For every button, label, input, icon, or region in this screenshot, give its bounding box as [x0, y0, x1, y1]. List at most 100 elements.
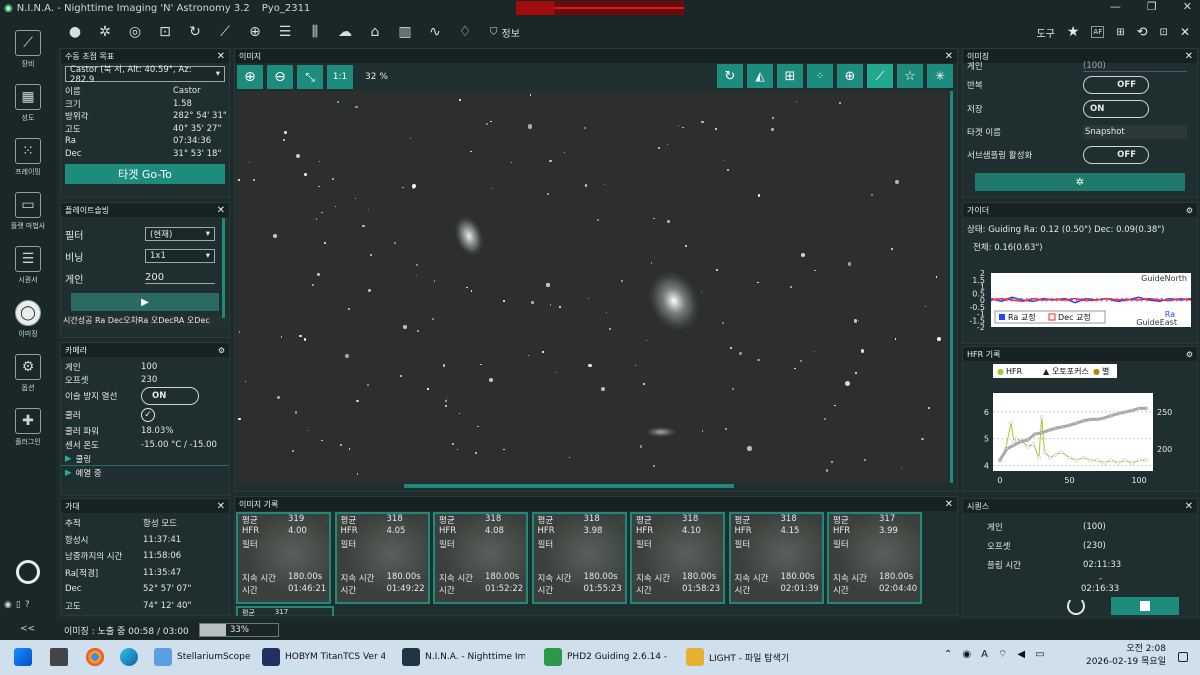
taskbar-app[interactable]: N.I.N.A. - Nighttime Ima — [402, 648, 525, 666]
edge-button[interactable] — [120, 648, 138, 666]
warming-label[interactable]: 예열 중 — [76, 467, 102, 479]
sidebar-item-4[interactable]: ☰ 시퀀서 — [0, 238, 56, 292]
grid-icon[interactable]: ⊞ — [1116, 27, 1124, 38]
star-icon[interactable]: ★ — [1067, 24, 1080, 40]
settings-icon[interactable]: ⚙ — [1186, 350, 1193, 359]
history-item[interactable]: 평균 318 HFR 4.05 필터 지속 시간 180.00s 시간 01:49:22 — [334, 512, 430, 604]
image-scrollbar-v[interactable] — [950, 91, 953, 483]
history-item[interactable]: 평균 318 HFR 4.15 필터 지속 시간 180.00s 시간 02:01:39 — [728, 512, 824, 604]
clock[interactable]: 오전 2:08 2026-02-19 목요일 — [1080, 643, 1166, 669]
settings-icon[interactable]: ⚙ — [1186, 206, 1193, 215]
auto-stretch-icon[interactable]: ⟋ — [867, 64, 893, 88]
af-icon[interactable]: AF — [1091, 26, 1105, 38]
sidebar-item-2[interactable]: ⁙ 프레이밍 — [0, 130, 56, 184]
tools-label[interactable]: 도구 — [1036, 25, 1054, 40]
history-item[interactable]: 평균 318 HFR 3.98 필터 지속 시간 180.00s 시간 01:55:23 — [531, 512, 627, 604]
left-scrollbar[interactable] — [222, 218, 225, 318]
task-view-button[interactable] — [50, 648, 68, 666]
notification-icon[interactable] — [1178, 652, 1188, 662]
eye-icon[interactable]: ◉ — [4, 600, 12, 610]
camera-connect-icon[interactable]: ● — [66, 23, 84, 41]
antidew-toggle[interactable]: ON — [141, 387, 199, 405]
fit-button[interactable]: ⤡ — [297, 65, 323, 89]
cooling-label[interactable]: 쿨링 — [76, 453, 92, 465]
sidebar-item-5[interactable]: ◯ 이미징 — [0, 292, 56, 346]
stats-icon[interactable]: ▥ — [396, 23, 414, 41]
history-item[interactable]: 평균 318 HFR 4.10 필터 지속 시간 180.00s 시간 01:58:23 — [630, 512, 725, 604]
switch-icon[interactable]: ⫼ — [306, 23, 324, 41]
close-button[interactable]: ✕ — [1183, 0, 1192, 13]
subsample-toggle[interactable]: OFF — [1083, 146, 1149, 164]
focuser-icon[interactable]: ◎ — [126, 23, 144, 41]
crosshair-icon[interactable]: ⊕ — [837, 64, 863, 88]
weather-icon[interactable]: ☁ — [336, 23, 354, 41]
zoom-1to1-button[interactable]: 1:1 — [327, 65, 353, 89]
close-icon[interactable]: ✕ — [217, 51, 225, 62]
info-button[interactable]: ⛉ 정보 — [490, 25, 520, 40]
sidebar-item-0[interactable]: ⟋ 장비 — [0, 22, 56, 76]
taskbar-app[interactable]: HOBYM TitanTCS Ver 4.0 — [262, 648, 385, 666]
flip-icon[interactable]: ◭ — [747, 64, 773, 88]
battery-icon[interactable]: ▭ — [1035, 649, 1044, 660]
frame-icon[interactable]: ⊡ — [1160, 27, 1168, 38]
maximize-button[interactable]: ❐ — [1147, 0, 1157, 13]
sidebar-item-3[interactable]: ▭ 플랫 마법사 — [0, 184, 56, 238]
close-icon[interactable]: ✕ — [217, 205, 225, 216]
close-icon[interactable]: ✕ — [217, 501, 225, 512]
minimize-button[interactable]: — — [1110, 0, 1121, 13]
target-select[interactable]: Castor (북 서, Alt: 40.59°, Az: 282.9 ▾ — [65, 65, 225, 85]
lightbulb-icon[interactable]: ♢ — [456, 23, 474, 41]
ime-lang[interactable]: A — [981, 649, 988, 660]
wifi-icon[interactable]: ⌔ — [998, 648, 1007, 661]
dome-icon[interactable]: ⌂ — [366, 23, 384, 41]
wave-icon[interactable]: ∿ — [426, 23, 444, 41]
target-goto-button[interactable]: 타겟 Go-To — [65, 164, 225, 184]
captured-image[interactable] — [236, 91, 948, 483]
history-partial-item[interactable]: 평균 317 — [236, 606, 334, 616]
history-icon[interactable]: ⟲ — [1137, 25, 1148, 40]
grid-overlay-icon[interactable]: ⊞ — [777, 64, 803, 88]
sidebar-item-1[interactable]: ▦ 성도 — [0, 76, 56, 130]
zoom-in-button[interactable]: ⊕ — [237, 65, 263, 89]
list-icon[interactable]: ☰ — [276, 23, 294, 41]
taskbar-app[interactable]: LIGHT - 파일 탐색기 — [686, 648, 789, 666]
rotate-icon[interactable]: ↻ — [717, 64, 743, 88]
zoom-out-button[interactable]: ⊖ — [267, 65, 293, 89]
cooling-expand-icon[interactable]: ▶ — [65, 454, 72, 464]
chevron-up-icon[interactable]: ⌃ — [944, 649, 952, 660]
bahtinov-icon[interactable]: ✳ — [927, 64, 953, 88]
stop-sequence-button[interactable] — [1111, 597, 1179, 615]
telescope-icon[interactable]: ⟋ — [216, 23, 234, 41]
refresh-icon[interactable]: ↻ — [186, 23, 204, 41]
close-icon[interactable]: ✕ — [945, 499, 953, 510]
collapse-button[interactable]: << — [20, 624, 35, 634]
chrome-button[interactable] — [86, 648, 104, 666]
image-scrollbar-h[interactable] — [404, 484, 734, 488]
imaging-gain-value[interactable]: (100) — [1083, 61, 1187, 72]
close-icon[interactable]: ✕ — [1185, 501, 1193, 512]
network-icon[interactable]: ◉ — [962, 649, 971, 660]
book-icon[interactable]: ▯ — [16, 600, 21, 610]
binning-select[interactable]: 1x1 ▾ — [145, 249, 215, 263]
guider-icon[interactable]: ⊕ — [246, 23, 264, 41]
solve-play-button[interactable]: ▶ — [71, 293, 219, 311]
save-toggle[interactable]: ON — [1083, 100, 1149, 118]
star-annotate-icon[interactable]: ☆ — [897, 64, 923, 88]
filter-select[interactable]: (현재) ▾ — [145, 227, 215, 241]
start-button[interactable] — [14, 648, 32, 666]
gain-input[interactable]: 200 — [145, 272, 215, 284]
history-item[interactable]: 평균 317 HFR 3.99 필터 지속 시간 180.00s 시간 02:04:40 — [827, 512, 922, 604]
target-name-input[interactable]: Snapshot — [1083, 125, 1187, 139]
history-item[interactable]: 평균 319 HFR 4.00 필터 지속 시간 180.00s 시간 01:46:21 — [236, 512, 331, 604]
speaker-icon[interactable]: ◀ — [1017, 649, 1025, 660]
close-icon[interactable]: ✕ — [945, 51, 953, 62]
rotator-icon[interactable]: ⊡ — [156, 23, 174, 41]
taskbar-app[interactable]: StellariumScope — [154, 648, 250, 666]
help-icon[interactable]: ? — [25, 600, 30, 610]
warming-expand-icon[interactable]: ▶ — [65, 468, 72, 478]
capture-button[interactable]: ✲ — [975, 173, 1185, 191]
sidebar-item-7[interactable]: ✚ 플러그인 — [0, 400, 56, 454]
settings-icon[interactable]: ⚙ — [218, 346, 225, 355]
sidebar-item-6[interactable]: ⚙ 옵션 — [0, 346, 56, 400]
power-button[interactable] — [16, 560, 40, 584]
